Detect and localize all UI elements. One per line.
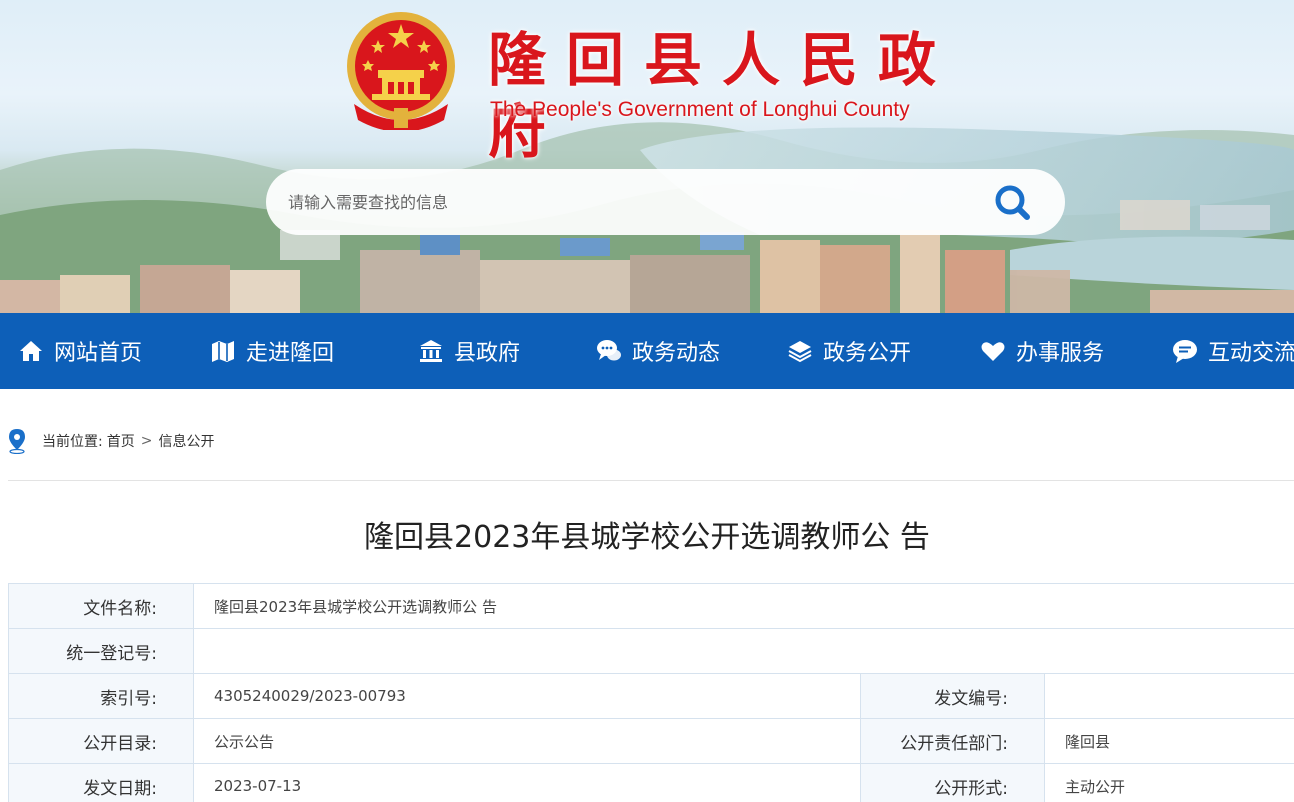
- meta-value-responsible-department: 隆回县: [1044, 718, 1294, 764]
- comment-icon: [1173, 340, 1197, 363]
- main-navigation: 网站首页 走进隆回 县政府 政务动态 政务公开 办事服务 互动交流: [0, 313, 1294, 389]
- nav-item-label: 政务动态: [632, 341, 721, 366]
- nav-item-label: 互动交流: [1208, 341, 1294, 366]
- map-icon: [212, 341, 234, 362]
- table-row: 发文日期: 2023-07-13 公开形式: 主动公开: [8, 763, 1294, 802]
- nav-item-label: 政务公开: [823, 341, 912, 366]
- meta-value-document-number: [1044, 673, 1294, 719]
- nav-item-government-affairs-disclosure[interactable]: 政务公开: [787, 313, 911, 389]
- table-row: 文件名称: 隆回县2023年县城学校公开选调教师公 告: [8, 583, 1294, 629]
- home-icon: [20, 341, 42, 361]
- site-title-chinese: 隆回县人民政府: [488, 26, 957, 166]
- document-metadata-table: 文件名称: 隆回县2023年县城学校公开选调教师公 告 统一登记号: 索引号: …: [8, 583, 1294, 802]
- table-row: 索引号: 4305240029/2023-00793 发文编号:: [8, 673, 1294, 719]
- nav-item-interaction[interactable]: 互动交流: [1172, 313, 1294, 389]
- meta-label-registration-number: 统一登记号:: [8, 628, 194, 674]
- meta-label-disclosure-form: 公开形式:: [860, 763, 1045, 802]
- search-icon[interactable]: [988, 180, 1036, 224]
- heart-icon: [981, 342, 1005, 361]
- meta-value-file-name: 隆回县2023年县城学校公开选调教师公 告: [193, 583, 1294, 629]
- breadcrumb-link-home[interactable]: 首页: [107, 431, 135, 451]
- layers-icon: [788, 341, 812, 363]
- header-banner: 隆回县人民政府 The People's Government of Longh…: [0, 0, 1294, 313]
- nav-item-label: 走进隆回: [246, 341, 335, 366]
- government-building-icon: [420, 340, 442, 362]
- breadcrumb-separator: >: [140, 433, 153, 449]
- meta-value-disclosure-catalog: 公示公告: [193, 718, 861, 764]
- meta-label-responsible-department: 公开责任部门:: [860, 718, 1045, 764]
- meta-value-disclosure-form: 主动公开: [1044, 763, 1294, 802]
- chat-bubbles-icon: [597, 340, 621, 361]
- meta-label-file-name: 文件名称:: [8, 583, 194, 629]
- table-row: 统一登记号:: [8, 628, 1294, 674]
- nav-item-county-government[interactable]: 县政府: [418, 313, 520, 389]
- meta-value-index-number: 4305240029/2023-00793: [193, 673, 861, 719]
- meta-value-issue-date: 2023-07-13: [193, 763, 861, 802]
- breadcrumb: 当前位置: 首页 > 信息公开: [6, 427, 214, 455]
- meta-label-index-number: 索引号:: [8, 673, 194, 719]
- section-divider: [8, 480, 1294, 481]
- search-input[interactable]: [288, 186, 948, 218]
- nav-item-label: 网站首页: [54, 341, 143, 366]
- search-box: [266, 169, 1065, 235]
- nav-item-services[interactable]: 办事服务: [980, 313, 1104, 389]
- nav-item-about-longhui[interactable]: 走进隆回: [210, 313, 334, 389]
- meta-value-registration-number: [193, 628, 1294, 674]
- table-row: 公开目录: 公示公告 公开责任部门: 隆回县: [8, 718, 1294, 764]
- nav-item-label: 办事服务: [1016, 341, 1105, 366]
- national-emblem-logo: [347, 12, 455, 130]
- nav-item-government-news[interactable]: 政务动态: [596, 313, 720, 389]
- meta-label-disclosure-catalog: 公开目录:: [8, 718, 194, 764]
- meta-label-document-number: 发文编号:: [860, 673, 1045, 719]
- location-pin-icon: [9, 429, 25, 454]
- breadcrumb-link-info-disclosure[interactable]: 信息公开: [158, 431, 214, 451]
- article-title: 隆回县2023年县城学校公开选调教师公 告: [364, 520, 930, 555]
- meta-label-issue-date: 发文日期:: [8, 763, 194, 802]
- breadcrumb-prefix: 当前位置:: [42, 434, 103, 450]
- nav-item-home[interactable]: 网站首页: [18, 313, 142, 389]
- nav-item-label: 县政府: [454, 341, 521, 366]
- site-title-english: The People's Government of Longhui Count…: [490, 98, 910, 121]
